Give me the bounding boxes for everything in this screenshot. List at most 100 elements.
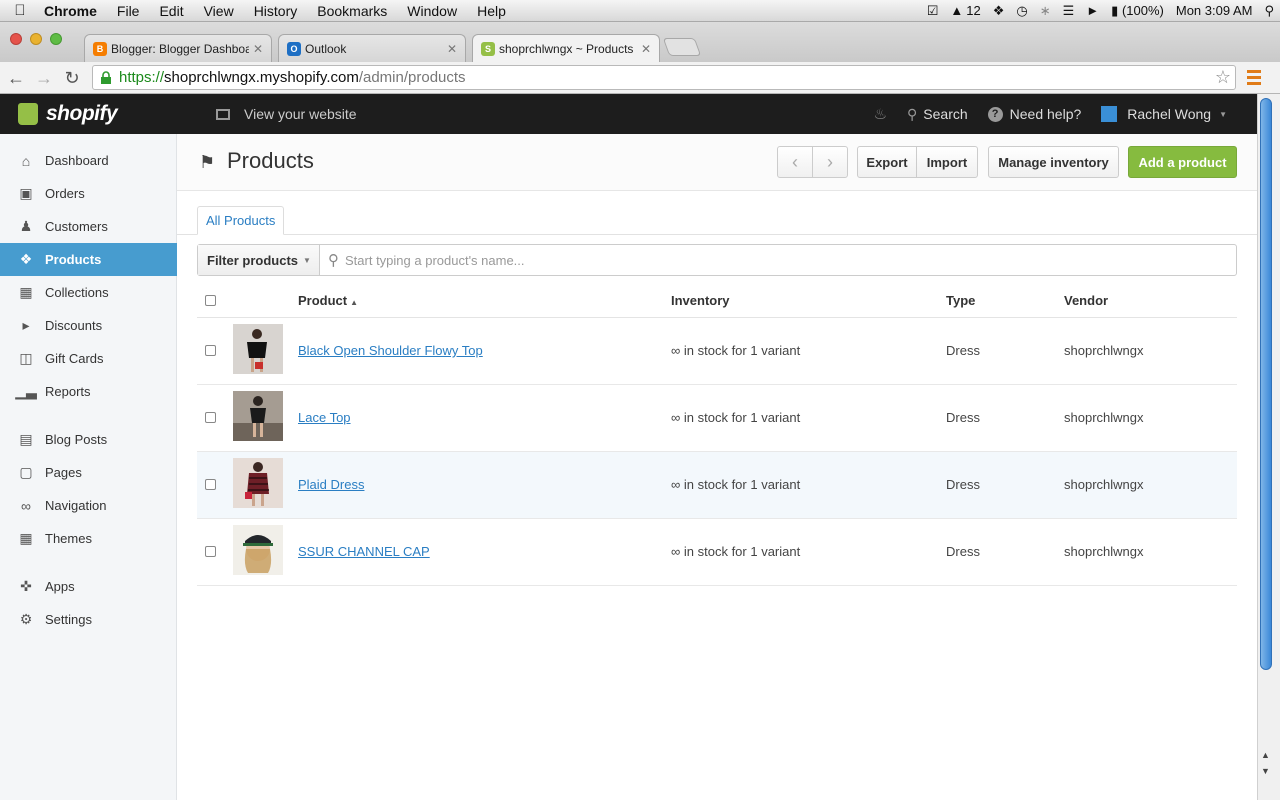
browser-tab-blogger[interactable]: B Blogger: Blogger Dashboar ✕: [84, 34, 272, 62]
row-checkbox[interactable]: [205, 345, 216, 356]
browser-tab-outlook[interactable]: O Outlook ✕: [278, 34, 466, 62]
chevron-left-icon[interactable]: ‹: [778, 147, 813, 177]
sidebar-item-dashboard[interactable]: ⌂ Dashboard: [0, 144, 177, 177]
tab-divider: [177, 234, 1257, 235]
new-tab-button[interactable]: [662, 38, 702, 56]
filter-products-button[interactable]: Filter products ▼: [198, 245, 320, 275]
battery-icon[interactable]: ▮ (100%): [1105, 3, 1170, 19]
import-button[interactable]: Import: [916, 146, 978, 178]
address-bar[interactable]: https:// shoprchlwngx.myshopify.com /adm…: [92, 65, 1236, 90]
type-cell: Dress: [946, 518, 1064, 586]
shopify-logo[interactable]: shopify: [0, 102, 216, 126]
pagination: ‹ ›: [777, 146, 848, 178]
help-button[interactable]: ? Need help?: [987, 106, 1081, 122]
table-row[interactable]: SSUR CHANNEL CAP ∞ in stock for 1 varian…: [197, 518, 1237, 586]
product-name-link[interactable]: SSUR CHANNEL CAP: [298, 544, 430, 559]
view-website-link[interactable]: View your website: [216, 106, 357, 122]
volume-icon[interactable]: ►: [1080, 3, 1105, 18]
menu-view[interactable]: View: [194, 3, 244, 19]
chrome-menu-icon[interactable]: [1247, 70, 1261, 88]
add-product-button[interactable]: Add a product: [1128, 146, 1237, 178]
menu-window[interactable]: Window: [397, 3, 467, 19]
users-icon: ♟: [19, 218, 33, 234]
column-inventory[interactable]: Inventory: [671, 284, 946, 318]
sidebar-item-pages[interactable]: ▢ Pages: [0, 456, 177, 489]
tab-close-icon[interactable]: ✕: [253, 42, 263, 56]
sidebar-item-collections[interactable]: ▦ Collections: [0, 276, 177, 309]
menu-help[interactable]: Help: [467, 3, 516, 19]
product-name-link[interactable]: Black Open Shoulder Flowy Top: [298, 343, 483, 358]
page-scrollbar[interactable]: ▲ ▼: [1257, 94, 1280, 800]
window-close-button[interactable]: [10, 33, 22, 45]
wifi-icon[interactable]: ☰: [1057, 3, 1081, 19]
dropbox-icon[interactable]: ❖: [987, 3, 1011, 19]
sidebar-item-orders[interactable]: ▣ Orders: [0, 177, 177, 210]
battery-percent: (100%): [1121, 3, 1164, 18]
reload-icon[interactable]: ↻: [62, 67, 82, 89]
tab-title: Outlook: [305, 41, 347, 56]
adobe-status-icon[interactable]: ▲ 12: [944, 3, 986, 18]
tab-all-products[interactable]: All Products: [197, 206, 285, 235]
row-checkbox[interactable]: [205, 479, 216, 490]
bookmark-star-icon[interactable]: ☆: [1215, 67, 1231, 88]
sidebar-item-customers[interactable]: ♟ Customers: [0, 210, 177, 243]
clock[interactable]: Mon 3:09 AM: [1170, 3, 1259, 18]
table-row[interactable]: Black Open Shoulder Flowy Top ∞ in stock…: [197, 317, 1237, 385]
home-icon: ⌂: [21, 152, 31, 169]
product-thumbnail[interactable]: [233, 391, 283, 441]
row-checkbox[interactable]: [205, 412, 216, 423]
sidebar-item-blog-posts[interactable]: ▤ Blog Posts: [0, 423, 177, 456]
column-product[interactable]: Product ▲: [298, 284, 671, 318]
product-thumbnail[interactable]: [233, 458, 283, 508]
product-name-link[interactable]: Plaid Dress: [298, 477, 364, 492]
sidebar-item-settings[interactable]: ⚙ Settings: [0, 603, 177, 636]
bluetooth-icon[interactable]: ∗: [1034, 3, 1057, 19]
scroll-up-arrow-icon[interactable]: ▲: [1261, 750, 1270, 760]
sidebar-item-apps[interactable]: ✜ Apps: [0, 570, 177, 603]
table-row[interactable]: Plaid Dress ∞ in stock for 1 variant Dre…: [197, 451, 1237, 519]
checkmark-status-icon[interactable]: ☑: [921, 3, 945, 19]
search-input[interactable]: [345, 252, 945, 268]
export-button[interactable]: Export: [857, 146, 917, 178]
sidebar-item-navigation[interactable]: ∞ Navigation: [0, 489, 177, 522]
scrollbar-thumb[interactable]: [1260, 98, 1272, 670]
browser-tab-shopify[interactable]: S shoprchlwngx ~ Products ✕: [472, 34, 660, 62]
product-thumbnail[interactable]: [233, 525, 283, 575]
sidebar-item-reports[interactable]: ▁▃ Reports: [0, 375, 177, 408]
column-type[interactable]: Type: [946, 284, 1064, 318]
window-minimize-button[interactable]: [30, 33, 42, 45]
blogger-favicon-icon: B: [93, 41, 107, 56]
sidebar-item-discounts[interactable]: ▸ Discounts: [0, 309, 177, 342]
product-thumbnail[interactable]: [233, 324, 283, 374]
apple-menu-icon[interactable]: : [0, 2, 40, 19]
sidebar-item-gift-cards[interactable]: ◫ Gift Cards: [0, 342, 177, 375]
column-vendor[interactable]: Vendor: [1064, 284, 1237, 318]
manage-inventory-button[interactable]: Manage inventory: [988, 146, 1119, 178]
user-menu[interactable]: Rachel Wong ▼: [1101, 106, 1227, 122]
sidebar-item-label: Customers: [45, 219, 108, 234]
sidebar-item-products[interactable]: ❖ Products: [0, 243, 177, 276]
notifications-bell-icon[interactable]: ♨: [874, 105, 887, 123]
menu-bookmarks[interactable]: Bookmarks: [307, 3, 397, 19]
sidebar-item-themes[interactable]: ▦ Themes: [0, 522, 177, 555]
chevron-right-icon[interactable]: ›: [813, 147, 847, 177]
spotlight-search-icon[interactable]: ⚲: [1258, 3, 1280, 19]
row-checkbox[interactable]: [205, 546, 216, 557]
menu-file[interactable]: File: [107, 3, 150, 19]
select-all-checkbox[interactable]: [205, 294, 216, 306]
time-machine-icon[interactable]: ◷: [1010, 3, 1033, 19]
search-button[interactable]: ⚲ Search: [907, 106, 968, 123]
window-zoom-button[interactable]: [50, 33, 62, 45]
menu-app[interactable]: Chrome: [40, 3, 107, 19]
inventory-cell: ∞ in stock for 1 variant: [671, 384, 946, 452]
product-name-link[interactable]: Lace Top: [298, 410, 351, 425]
table-row[interactable]: Lace Top ∞ in stock for 1 variant Dress …: [197, 384, 1237, 452]
scroll-down-arrow-icon[interactable]: ▼: [1261, 766, 1270, 776]
menu-edit[interactable]: Edit: [149, 3, 193, 19]
tab-close-icon[interactable]: ✕: [641, 42, 651, 56]
menu-history[interactable]: History: [244, 3, 308, 19]
forward-arrow-icon[interactable]: →: [34, 67, 54, 89]
back-arrow-icon[interactable]: ←: [6, 67, 26, 89]
tab-close-icon[interactable]: ✕: [447, 42, 457, 56]
help-icon: ?: [987, 106, 1003, 122]
